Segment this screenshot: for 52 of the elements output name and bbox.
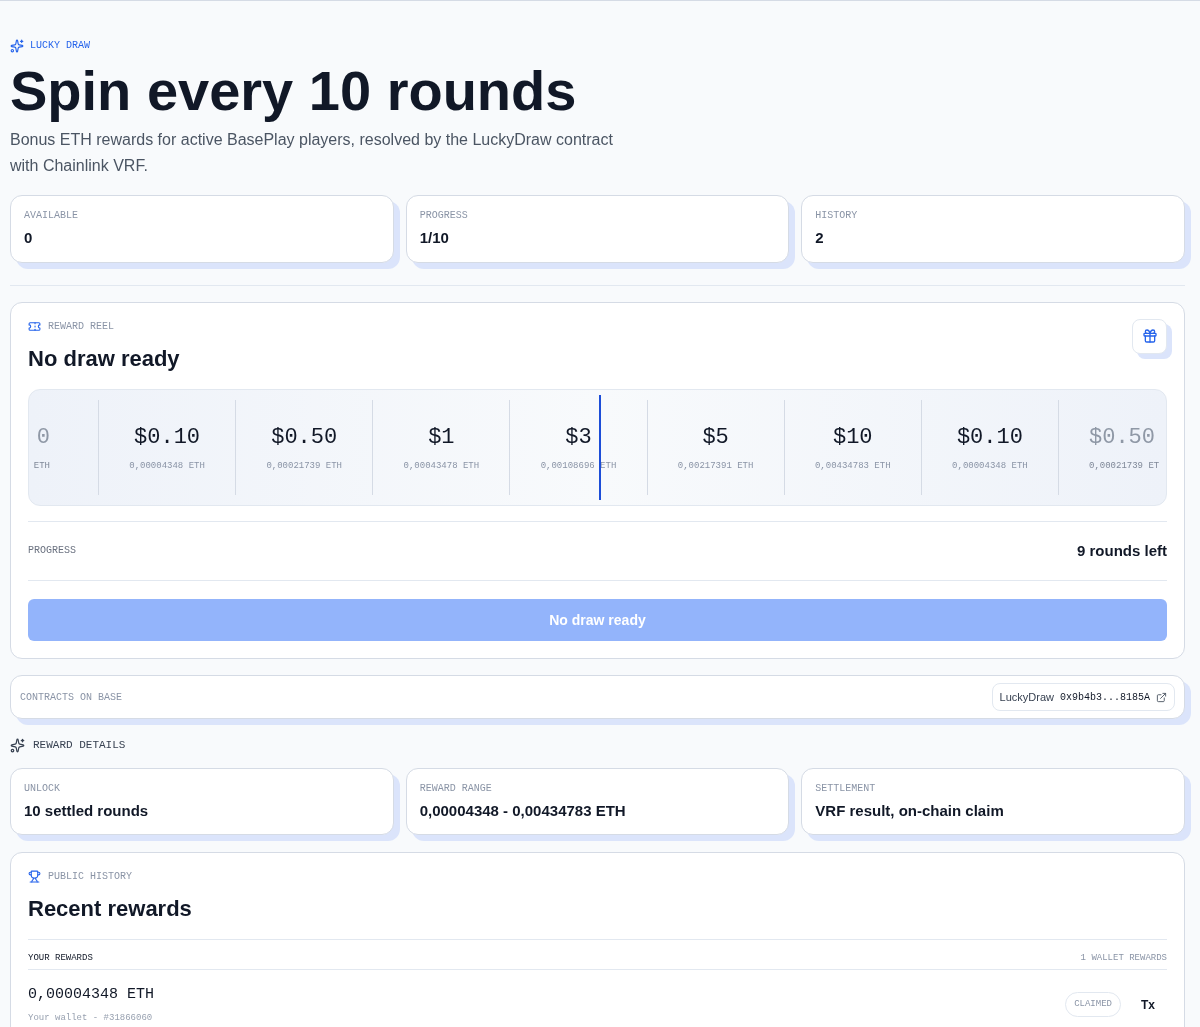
page-title: Spin every 10 rounds xyxy=(10,59,578,123)
reward-amount: 0,00004348 ETH xyxy=(28,984,155,1005)
reel-value: $0.50 xyxy=(271,423,338,452)
rounds-left: 9 rounds left xyxy=(1077,540,1167,561)
contracts-label: CONTRACTS ON BASE xyxy=(20,690,123,705)
reel-eth: 0,00434783 ETH xyxy=(814,459,891,473)
reel-value: $10 xyxy=(832,423,873,452)
page-subtitle: Bonus ETH rewards for active BasePlay players, resolved by the LuckyDraw contract with Chainlink VRF. xyxy=(10,130,614,176)
reel-value: $5 xyxy=(702,423,729,452)
stat-label: PROGRESS xyxy=(419,209,469,223)
reel-eth: ETH xyxy=(33,459,50,473)
section-label: YOUR REWARDS xyxy=(28,952,93,965)
reel-eth: 0,00021739 ET xyxy=(1089,459,1160,473)
section-heading: REWARD DETAILS xyxy=(33,738,126,753)
card-title: Recent rewards xyxy=(28,895,193,923)
stat-value: 2 xyxy=(815,228,825,248)
sparkle-icon xyxy=(10,38,24,53)
reel-value: $1 xyxy=(428,423,455,452)
card-eyebrow: PUBLIC HISTORY xyxy=(48,870,132,884)
reel-value: 0 xyxy=(36,423,50,452)
reel-value: $3 xyxy=(565,423,592,452)
stat-value: 1/10 xyxy=(419,228,450,248)
stat-value: VRF result, on-chain claim xyxy=(815,800,1005,821)
card-eyebrow: REWARD REEL xyxy=(48,319,114,334)
progress-label: PROGRESS xyxy=(28,544,76,559)
contract-link[interactable]: LuckyDraw 0x9b4b3...8185A xyxy=(991,683,1175,711)
reel-eth: 0,00004348 ETH xyxy=(952,459,1028,473)
reward-meta: Your wallet - #31866060 xyxy=(28,1012,154,1025)
tx-link[interactable]: Tx xyxy=(1141,995,1155,1014)
stat-value: 0,00004348 - 0,00434783 ETH xyxy=(419,800,627,821)
stat-value: 0 xyxy=(24,228,34,248)
stat-value: 10 settled rounds xyxy=(24,800,150,821)
reel-value: $0.10 xyxy=(134,423,201,452)
reel-value: $0.10 xyxy=(956,423,1023,452)
stat-label: HISTORY xyxy=(815,209,859,223)
stat-label: AVAILABLE xyxy=(24,209,79,223)
reel-value: $0.50 xyxy=(1089,423,1155,452)
trophy-icon xyxy=(28,870,41,883)
reel-eth: 0,00043478 ETH xyxy=(403,459,480,473)
reel-eth: 0,00021739 ETH xyxy=(266,459,342,473)
card-title: No draw ready xyxy=(28,344,180,373)
reel-eth: 0,00217391 ETH xyxy=(677,459,754,473)
external-link-icon xyxy=(1156,691,1167,703)
reward-count: 1 WALLET REWARDS xyxy=(1080,952,1167,965)
reel-eth: 0,00108696 ETH xyxy=(540,459,617,473)
eyebrow-label: LUCKY DRAW xyxy=(30,39,90,53)
reel-eth: 0,00004348 ETH xyxy=(129,459,205,473)
sparkle-icon xyxy=(10,737,25,753)
stat-label: UNLOCK xyxy=(24,781,61,796)
ticket-icon xyxy=(28,319,41,333)
stat-label: REWARD RANGE xyxy=(419,781,493,796)
stat-label: SETTLEMENT xyxy=(815,781,877,796)
